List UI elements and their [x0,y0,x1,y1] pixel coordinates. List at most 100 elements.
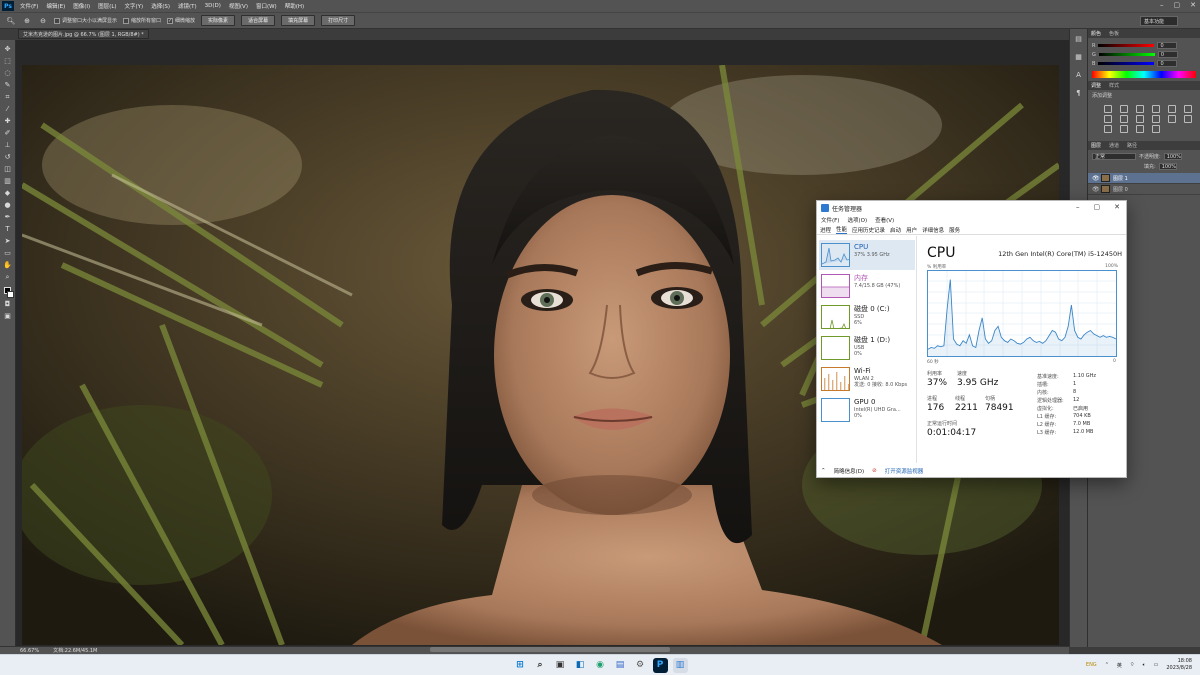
edge-icon[interactable]: ◉ [593,658,608,673]
windows-start-icon[interactable]: ⊞ [513,658,528,673]
print-size-button[interactable]: 打印尺寸 [321,15,356,26]
menu-3d[interactable]: 3D(D) [205,3,221,9]
eye-icon[interactable]: 👁︎ [1092,175,1100,182]
tab-processes[interactable]: 进程 [820,226,831,234]
resource-cpu[interactable]: CPU 37% 3.95 GHz [819,240,915,270]
invert-icon[interactable] [1184,115,1192,123]
shape-tool-icon[interactable]: ▭ [2,247,14,259]
move-tool-icon[interactable]: ✥ [2,43,14,55]
g-slider[interactable] [1098,53,1155,56]
ime-indicator[interactable]: ENG [1086,662,1097,669]
blur-tool-icon[interactable]: ◆ [2,187,14,199]
menu-type[interactable]: 文字(Y) [125,2,144,10]
tm-menu-file[interactable]: 文件(F) [821,216,839,224]
history-panel-icon[interactable]: ▤ [1073,33,1085,45]
hue-saturation-icon[interactable] [1184,105,1192,113]
b-slider[interactable] [1098,62,1155,65]
healing-tool-icon[interactable]: ✚ [2,115,14,127]
layer-row[interactable]: 👁︎ 图层 0 [1088,184,1200,195]
tab-swatches[interactable]: 色板 [1109,30,1119,37]
tab-users[interactable]: 用户 [906,226,917,234]
dodge-tool-icon[interactable]: ● [2,199,14,211]
menu-help[interactable]: 帮助(H) [285,2,304,10]
tab-color[interactable]: 颜色 [1091,30,1101,37]
tab-paths[interactable]: 路径 [1127,142,1137,149]
tab-channels[interactable]: 通道 [1109,142,1119,149]
input-language[interactable]: 英 [1117,662,1122,669]
menu-view[interactable]: 视图(V) [229,2,248,10]
marquee-tool-icon[interactable]: ⬚ [2,55,14,67]
opacity-value[interactable]: 100% [1163,153,1182,160]
resource-disk1[interactable]: 磁盘 1 (D:) USB 0% [819,333,915,363]
exposure-icon[interactable] [1152,105,1160,113]
fit-screen-button[interactable]: 适合屏幕 [241,15,276,26]
menu-window[interactable]: 窗口(W) [256,2,277,10]
close-icon[interactable]: ✕ [1114,203,1120,211]
resize-windows-checkbox[interactable]: 调整窗口大小以满屏显示 [54,17,117,24]
r-value[interactable]: 0 [1157,42,1178,49]
tab-styles[interactable]: 样式 [1109,82,1119,89]
stamp-tool-icon[interactable]: ⊥ [2,139,14,151]
background-color-swatch[interactable] [7,291,14,298]
tab-startup[interactable]: 启动 [890,226,901,234]
tab-details[interactable]: 详细信息 [922,226,944,234]
path-select-tool-icon[interactable]: ➤ [2,235,14,247]
chevron-up-icon[interactable]: ⌃ [1105,662,1109,668]
selective-color-icon[interactable] [1152,125,1160,133]
workspace-select[interactable]: 基本功能 [1140,16,1178,26]
zoom-all-windows-checkbox[interactable]: 缩放所有窗口 [123,17,161,24]
properties-panel-icon[interactable]: ▦ [1073,51,1085,63]
photo-filter-icon[interactable] [1136,115,1144,123]
tm-menu-view[interactable]: 查看(V) [875,216,894,224]
photoshop-taskbar-icon[interactable]: P [652,657,668,673]
zoom-in-icon[interactable]: ⊕ [22,16,32,26]
task-manager-taskbar-icon[interactable]: ▥ [672,657,688,673]
actual-pixels-button[interactable]: 实际像素 [201,15,236,26]
black-white-icon[interactable] [1120,115,1128,123]
menu-file[interactable]: 文件(F) [20,2,38,10]
brush-tool-icon[interactable]: ✐ [2,127,14,139]
maximize-icon[interactable]: ▢ [1094,203,1101,211]
b-value[interactable]: 0 [1157,60,1178,67]
hand-tool-icon[interactable]: ✋ [2,259,14,271]
task-view-icon[interactable]: ▣ [553,658,568,673]
color-balance-icon[interactable] [1104,115,1112,123]
channel-mixer-icon[interactable] [1152,115,1160,123]
zoom-level[interactable]: 66.67% [20,648,39,654]
chevron-up-icon[interactable]: ⌃ [821,468,826,474]
tab-adjustments[interactable]: 调整 [1091,82,1101,89]
widgets-icon[interactable]: ◧ [573,658,588,673]
tm-menu-options[interactable]: 选项(O) [847,216,867,224]
pen-tool-icon[interactable]: ✒ [2,211,14,223]
fill-value[interactable]: 100% [1158,163,1177,170]
eyedropper-tool-icon[interactable]: ⁄ [2,103,14,115]
eye-icon[interactable]: 👁︎ [1092,186,1100,193]
blend-mode-select[interactable]: 正常 [1092,153,1136,160]
gradient-tool-icon[interactable]: ▥ [2,175,14,187]
quick-select-tool-icon[interactable]: ✎ [2,79,14,91]
color-lookup-icon[interactable] [1168,115,1176,123]
resource-gpu[interactable]: GPU 0 Intel(R) UHD Gra... 0% [819,395,915,425]
battery-icon[interactable]: ▭ [1154,662,1159,668]
posterize-icon[interactable] [1104,125,1112,133]
tab-layers[interactable]: 图层 [1091,142,1101,149]
tab-performance[interactable]: 性能 [836,225,848,234]
menu-image[interactable]: 图像(I) [73,2,90,10]
resource-disk0[interactable]: 磁盘 0 (C:) SSD 6% [819,302,915,332]
search-icon[interactable]: ⌕ [533,658,548,673]
fewer-details-link[interactable]: 简略信息(D) [834,467,865,475]
lasso-tool-icon[interactable]: ◌ [2,67,14,79]
color-ramp[interactable] [1092,71,1196,78]
menu-filter[interactable]: 滤镜(T) [178,2,197,10]
tab-app-history[interactable]: 应用历史记录 [852,226,885,234]
zoom-tool-icon[interactable]: 🔍︎ [6,16,16,26]
zoom-out-icon[interactable]: ⊖ [38,16,48,26]
resource-wifi[interactable]: Wi-Fi WLAN 2 发送: 0 接收: 8.0 Kbps [819,364,915,394]
quick-mask-icon[interactable]: ◘ [2,298,14,310]
horizontal-scrollbar[interactable] [430,647,670,652]
menu-edit[interactable]: 编辑(E) [46,2,65,10]
character-panel-icon[interactable]: A [1073,69,1085,81]
levels-icon[interactable] [1120,105,1128,113]
minimize-icon[interactable]: – [1076,203,1080,211]
fill-screen-button[interactable]: 填充屏幕 [281,15,316,26]
